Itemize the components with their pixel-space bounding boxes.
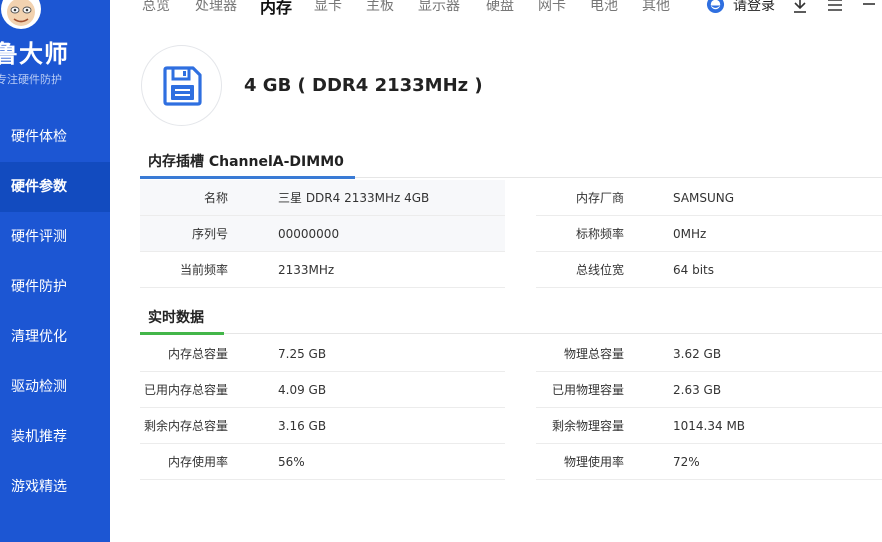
tab-motherboard[interactable]: 主板 [366, 0, 394, 15]
sidebar-item-build-recommend[interactable]: 装机推荐 [0, 412, 110, 462]
field-value: 三星 DDR4 2133MHz 4GB [278, 191, 430, 205]
field-label: 名称 [203, 191, 228, 205]
sidebar-item-hardware-params[interactable]: 硬件参数 [0, 162, 110, 212]
sidebar-item-games[interactable]: 游戏精选 [0, 462, 110, 512]
table-row: 标称频率 0MHz [536, 216, 882, 252]
field-value: 1014.34 MB [673, 419, 746, 433]
top-tab-bar: 总览 处理器 内存 显卡 主板 显示器 硬盘 网卡 电池 其他 请登录 [110, 0, 882, 18]
field-value: 56% [278, 455, 305, 469]
field-label: 内存厂商 [575, 191, 624, 205]
tab-gpu[interactable]: 显卡 [314, 0, 342, 15]
row-divider [140, 287, 505, 288]
field-value: 4.09 GB [278, 383, 327, 397]
field-label: 已用物理容量 [551, 383, 624, 397]
table-row: 物理使用率 72% [536, 444, 882, 480]
realtime-section-title: 实时数据 [148, 310, 204, 326]
sidebar-item-cleanup[interactable]: 清理优化 [0, 312, 110, 362]
row-divider [536, 287, 882, 288]
field-label: 物理使用率 [563, 455, 624, 469]
tab-monitor[interactable]: 显示器 [418, 0, 460, 15]
table-row: 剩余物理容量 1014.34 MB [536, 408, 882, 444]
row-divider [140, 479, 505, 480]
field-label: 当前频率 [179, 263, 228, 277]
field-value: 72% [673, 455, 700, 469]
slot-section-accent [140, 176, 355, 179]
table-row: 内存厂商 SAMSUNG [536, 180, 882, 216]
sidebar: 鲁大师 专注硬件防护 硬件体检 硬件参数 硬件评测 硬件防护 清理优化 驱动检测… [0, 0, 110, 542]
table-row: 已用物理容量 2.63 GB [536, 372, 882, 408]
more-icon[interactable] [862, 0, 876, 12]
app-logo: 鲁大师 专注硬件防护 [0, 0, 110, 100]
field-label: 物理总容量 [563, 347, 624, 361]
field-label: 标称频率 [575, 227, 624, 241]
field-value: 0MHz [673, 227, 707, 241]
sidebar-item-hardware-check[interactable]: 硬件体检 [0, 112, 110, 162]
table-row: 名称 三星 DDR4 2133MHz 4GB [140, 180, 505, 216]
field-label: 剩余物理容量 [551, 419, 624, 433]
slot-section-title: 内存插槽 ChannelA-DIMM0 [148, 154, 344, 170]
table-row: 已用内存总容量 4.09 GB [140, 372, 505, 408]
mascot-logo-icon [1, 0, 41, 29]
field-value: 64 bits [673, 263, 714, 277]
tab-overview[interactable]: 总览 [142, 0, 170, 15]
memory-icon-badge [141, 45, 222, 126]
table-row: 内存总容量 7.25 GB [140, 336, 505, 372]
tab-cpu[interactable]: 处理器 [195, 0, 237, 15]
table-row: 当前频率 2133MHz [140, 252, 505, 288]
menu-icon[interactable] [827, 0, 843, 13]
field-label: 剩余内存总容量 [143, 419, 228, 433]
field-value: 3.62 GB [673, 347, 722, 361]
field-value: 00000000 [278, 227, 340, 241]
field-value: 2.63 GB [673, 383, 722, 397]
row-divider [536, 479, 882, 480]
section-divider [140, 333, 882, 334]
field-label: 内存总容量 [167, 347, 228, 361]
login-label: 请登录 [733, 0, 775, 14]
tab-memory[interactable]: 内存 [260, 0, 292, 18]
field-label: 总线位宽 [575, 263, 624, 277]
sidebar-item-driver-check[interactable]: 驱动检测 [0, 362, 110, 412]
field-value: 3.16 GB [278, 419, 327, 433]
realtime-section-accent [140, 332, 224, 335]
table-row: 序列号 00000000 [140, 216, 505, 252]
table-row: 剩余内存总容量 3.16 GB [140, 408, 505, 444]
tab-other[interactable]: 其他 [642, 0, 670, 15]
login-icon [706, 0, 725, 14]
tab-battery[interactable]: 电池 [590, 0, 618, 15]
field-value: 7.25 GB [278, 347, 327, 361]
field-label: 序列号 [191, 227, 228, 241]
download-icon[interactable] [792, 0, 808, 14]
tab-network[interactable]: 网卡 [538, 0, 566, 15]
logo-subtitle: 专注硬件防护 [0, 73, 62, 86]
memory-summary-title: 4 GB ( DDR4 2133MHz ) [244, 75, 483, 96]
field-label: 已用内存总容量 [143, 383, 228, 397]
field-value: 2133MHz [278, 263, 335, 277]
field-label: 内存使用率 [167, 455, 228, 469]
tab-disk[interactable]: 硬盘 [486, 0, 514, 15]
sidebar-item-hardware-benchmark[interactable]: 硬件评测 [0, 212, 110, 262]
table-row: 内存使用率 56% [140, 444, 505, 480]
table-row: 物理总容量 3.62 GB [536, 336, 882, 372]
field-value: SAMSUNG [673, 191, 735, 205]
table-row: 总线位宽 64 bits [536, 252, 882, 288]
logo-title: 鲁大师 [0, 40, 69, 68]
sidebar-item-hardware-protection[interactable]: 硬件防护 [0, 262, 110, 312]
floppy-disk-icon [163, 66, 202, 106]
